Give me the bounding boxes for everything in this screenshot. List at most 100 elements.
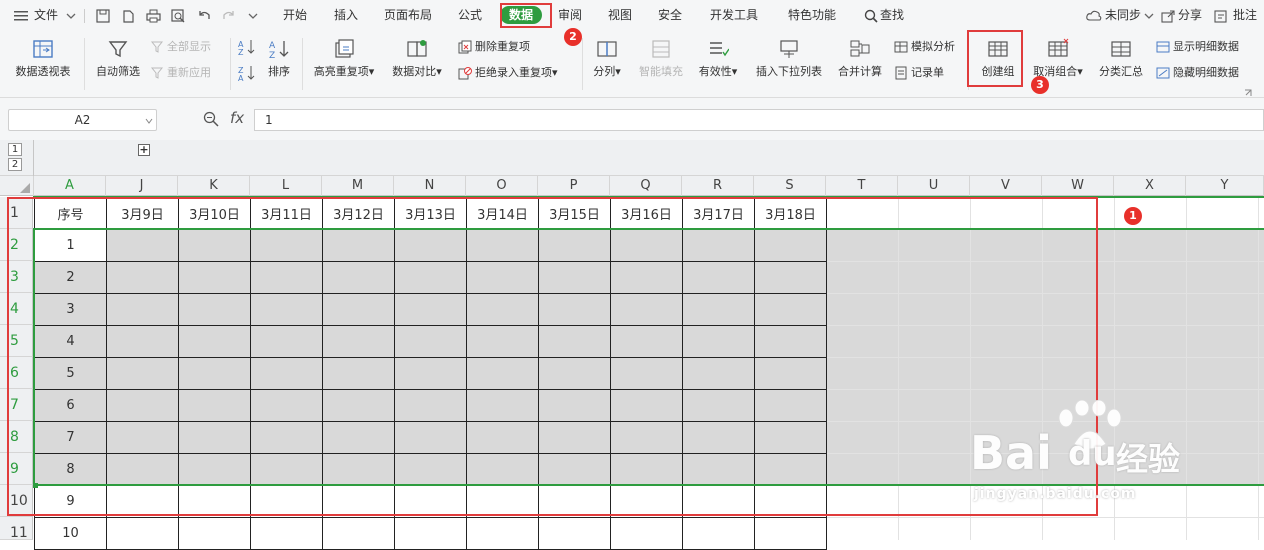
- table-cell[interactable]: [106, 517, 179, 550]
- col-header-w[interactable]: W: [1042, 176, 1114, 196]
- comment-icon[interactable]: [1214, 0, 1228, 30]
- tab-developer[interactable]: 开发工具: [710, 0, 758, 30]
- menu-divider: [84, 0, 85, 30]
- sort-button[interactable]: AZ 排序: [262, 38, 296, 79]
- zoom-formula-icon[interactable]: [203, 111, 219, 130]
- name-box[interactable]: A2: [8, 109, 157, 131]
- ribbon-separator: [582, 38, 583, 90]
- tab-home[interactable]: 开始: [283, 0, 307, 30]
- show-all-label: 全部显示: [167, 40, 211, 53]
- search-icon[interactable]: [864, 0, 878, 30]
- tab-view[interactable]: 视图: [608, 0, 632, 30]
- chevron-down-icon[interactable]: [66, 0, 76, 30]
- simulation-button[interactable]: 模拟分析: [894, 38, 955, 56]
- col-header-l[interactable]: L: [250, 176, 322, 196]
- outline-level-2[interactable]: 2: [8, 158, 22, 171]
- tab-formulas[interactable]: 公式: [458, 0, 482, 30]
- formula-bar: A2 fx 1: [0, 98, 1264, 140]
- hamburger-icon[interactable]: [14, 0, 28, 30]
- reject-duplicates-button[interactable]: 拒绝录入重复项▾: [458, 64, 558, 82]
- tab-special[interactable]: 特色功能: [788, 0, 836, 30]
- tab-insert[interactable]: 插入: [334, 0, 358, 30]
- col-header-m[interactable]: M: [322, 176, 394, 196]
- table-cell[interactable]: [538, 517, 611, 550]
- data-compare-button[interactable]: 数据对比▾: [386, 38, 448, 79]
- table-cell[interactable]: [394, 517, 467, 550]
- sort-descending-button[interactable]: ZA: [238, 64, 256, 83]
- col-header-x[interactable]: X: [1114, 176, 1186, 196]
- watermark-du: du: [1068, 434, 1117, 474]
- table-cell[interactable]: [322, 517, 395, 550]
- highlight-duplicates-icon: [335, 39, 354, 58]
- col-header-j[interactable]: J: [106, 176, 178, 196]
- select-all-corner[interactable]: [0, 176, 34, 196]
- table-cell[interactable]: [466, 517, 539, 550]
- show-all-button[interactable]: 全部显示: [150, 38, 211, 56]
- col-header-t[interactable]: T: [826, 176, 898, 196]
- cloud-sync-icon[interactable]: [1086, 0, 1102, 30]
- split-column-icon: [597, 41, 617, 57]
- formula-input[interactable]: 1: [254, 109, 1264, 131]
- col-header-o[interactable]: O: [466, 176, 538, 196]
- col-header-a[interactable]: A: [34, 176, 106, 196]
- fx-icon[interactable]: fx: [230, 109, 244, 127]
- highlight-duplicates-button[interactable]: 高亮重复项▾: [308, 38, 380, 79]
- undo-icon[interactable]: [197, 0, 211, 30]
- print-icon[interactable]: [146, 0, 161, 30]
- col-header-q[interactable]: Q: [610, 176, 682, 196]
- col-header-v[interactable]: V: [970, 176, 1042, 196]
- search-button[interactable]: 查找: [880, 0, 904, 30]
- delete-duplicates-button[interactable]: 删除重复项: [458, 38, 530, 56]
- col-header-y[interactable]: Y: [1186, 176, 1264, 196]
- file-menu[interactable]: 文件: [34, 0, 58, 30]
- export-pdf-icon[interactable]: [121, 0, 135, 30]
- tab-security[interactable]: 安全: [658, 0, 682, 30]
- name-box-chevron-icon[interactable]: [145, 117, 153, 125]
- share-button[interactable]: 分享: [1178, 0, 1202, 30]
- col-header-n[interactable]: N: [394, 176, 466, 196]
- consolidate-button[interactable]: 合并计算: [832, 38, 888, 79]
- tab-page-layout[interactable]: 页面布局: [384, 0, 432, 30]
- pivot-table-button[interactable]: 数据透视表: [8, 38, 78, 79]
- validity-button[interactable]: 有效性▾: [694, 38, 742, 79]
- cell-reference: A2: [74, 113, 91, 127]
- subtotal-button[interactable]: 分类汇总: [1094, 38, 1148, 79]
- tab-review[interactable]: 审阅: [558, 0, 582, 30]
- subtotal-icon: [1111, 41, 1131, 57]
- serial-cell[interactable]: 10: [34, 517, 107, 550]
- redo-icon[interactable]: [222, 0, 236, 30]
- sync-chevron-icon[interactable]: [1144, 0, 1154, 30]
- autofilter-button[interactable]: 自动筛选: [92, 38, 144, 79]
- ungroup-button[interactable]: 取消组合▾: [1026, 38, 1090, 79]
- comment-button[interactable]: 批注: [1233, 0, 1257, 30]
- save-icon[interactable]: [96, 0, 110, 30]
- col-header-k[interactable]: K: [178, 176, 250, 196]
- sort-ascending-button[interactable]: AZ: [238, 38, 256, 57]
- outline-level-1[interactable]: 1: [8, 143, 22, 156]
- col-header-u[interactable]: U: [898, 176, 970, 196]
- table-cell[interactable]: [610, 517, 683, 550]
- customize-toolbar-icon[interactable]: [248, 0, 258, 30]
- col-header-s[interactable]: S: [754, 176, 826, 196]
- table-cell[interactable]: [754, 517, 827, 550]
- hide-detail-button[interactable]: 隐藏明细数据: [1156, 64, 1239, 82]
- record-form-button[interactable]: 记录单: [894, 64, 944, 82]
- row-header-11[interactable]: 11: [0, 517, 33, 541]
- split-column-button[interactable]: 分列▾: [588, 38, 626, 79]
- print-preview-icon[interactable]: [171, 0, 186, 30]
- watermark-cn: 经验: [1116, 440, 1181, 478]
- share-icon[interactable]: [1161, 0, 1175, 30]
- reapply-button[interactable]: 重新应用: [150, 64, 211, 82]
- insert-dropdown-button[interactable]: 插入下拉列表: [750, 38, 828, 79]
- table-cell[interactable]: [178, 517, 251, 550]
- smart-fill-button[interactable]: 智能填充: [632, 38, 690, 79]
- table-cell[interactable]: [250, 517, 323, 550]
- show-detail-button[interactable]: 显示明细数据: [1156, 38, 1239, 56]
- col-header-p[interactable]: P: [538, 176, 610, 196]
- smart-fill-label: 智能填充: [639, 65, 683, 78]
- table-cell[interactable]: [682, 517, 755, 550]
- col-header-r[interactable]: R: [682, 176, 754, 196]
- expand-group-button[interactable]: +: [138, 144, 150, 156]
- svg-text:Z: Z: [269, 51, 275, 60]
- sync-status[interactable]: 未同步: [1105, 0, 1141, 30]
